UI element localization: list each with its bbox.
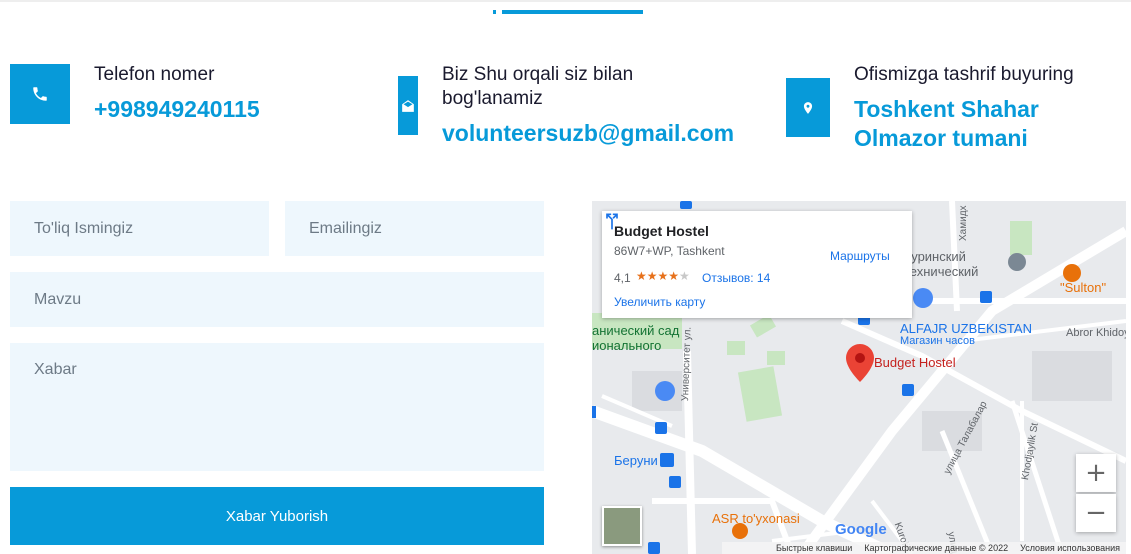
map-label-hamid: Хамидх bbox=[958, 205, 969, 241]
map-label-garden-1: анический сад bbox=[592, 323, 680, 338]
google-logo: Google bbox=[835, 521, 887, 538]
phone-value[interactable]: +998949240115 bbox=[94, 95, 260, 124]
directions-icon[interactable] bbox=[602, 211, 622, 231]
star-filled-icons: ★★★★ bbox=[636, 269, 680, 283]
subject-input[interactable] bbox=[10, 272, 544, 327]
email-value[interactable]: volunteersuzb@gmail.com bbox=[442, 119, 734, 148]
address-label: Ofismizga tashrif buyuring bbox=[854, 64, 1074, 85]
map-info-card: Budget Hostel 86W7+WP, Tashkent 4,1 ★★★★… bbox=[602, 211, 912, 318]
satellite-toggle-button[interactable] bbox=[602, 506, 642, 546]
map-label-asr: ASR to'yxonasi bbox=[712, 511, 800, 526]
map-label-garden-2: ионального bbox=[592, 338, 662, 353]
zoom-in-button[interactable]: + bbox=[1076, 454, 1116, 492]
star-empty-icon: ★ bbox=[679, 269, 690, 283]
phone-icon bbox=[10, 64, 70, 124]
top-divider bbox=[0, 0, 1131, 2]
map-embed[interactable]: Budget Hostel Туринский технический "Sul… bbox=[592, 201, 1126, 554]
terms-link[interactable]: Условия использования bbox=[1020, 543, 1120, 553]
marker-label: Budget Hostel bbox=[874, 355, 956, 370]
larger-map-link[interactable]: Увеличить карту bbox=[614, 295, 705, 309]
address-line-1: Toshkent Shahar bbox=[854, 96, 1039, 122]
map-label-turin-1: Туринский bbox=[904, 249, 966, 264]
email-label: Biz Shu orqali siz bilan bog'lanamiz bbox=[442, 64, 634, 109]
reviews-link[interactable]: Отзывов: 14 bbox=[702, 271, 770, 285]
map-data-credit: Картографические данные © 2022 bbox=[864, 543, 1009, 553]
zoom-out-button[interactable]: − bbox=[1076, 494, 1116, 532]
address-line-2: Olmazor tumani bbox=[854, 125, 1028, 151]
submit-button[interactable]: Xabar Yuborish bbox=[10, 487, 544, 545]
map-label-turin-2: технический bbox=[904, 264, 979, 279]
section-accent-bar bbox=[502, 10, 643, 14]
keyboard-shortcuts-link[interactable]: Быстрые клавиши bbox=[776, 543, 852, 553]
phone-label: Telefon nomer bbox=[94, 64, 215, 85]
place-rating: 4,1 bbox=[614, 271, 631, 285]
envelope-open-icon bbox=[398, 76, 418, 135]
message-textarea[interactable] bbox=[10, 343, 544, 471]
map-label-abror: Abror Khidoy bbox=[1066, 327, 1126, 339]
email-input[interactable] bbox=[285, 201, 544, 256]
place-address: 86W7+WP, Tashkent bbox=[614, 244, 725, 258]
section-accent-dot bbox=[493, 10, 496, 14]
place-title: Budget Hostel bbox=[614, 223, 709, 239]
map-label-beruni: Беруни bbox=[614, 453, 658, 468]
map-label-alfajr: ALFAJR UZBEKISTAN bbox=[900, 321, 1032, 336]
map-label-sulton: "Sulton" bbox=[1060, 280, 1107, 295]
rating-stars: ★★★★★ bbox=[636, 269, 690, 283]
map-label-clock-store: Магазин часов bbox=[900, 335, 975, 347]
map-pin-icon bbox=[786, 78, 830, 137]
full-name-input[interactable] bbox=[10, 201, 269, 256]
location-marker-icon[interactable] bbox=[846, 344, 874, 382]
map-footer: Быстрые клавиши Картографические данные … bbox=[722, 542, 1126, 554]
routes-link[interactable]: Маршруты bbox=[830, 249, 890, 263]
